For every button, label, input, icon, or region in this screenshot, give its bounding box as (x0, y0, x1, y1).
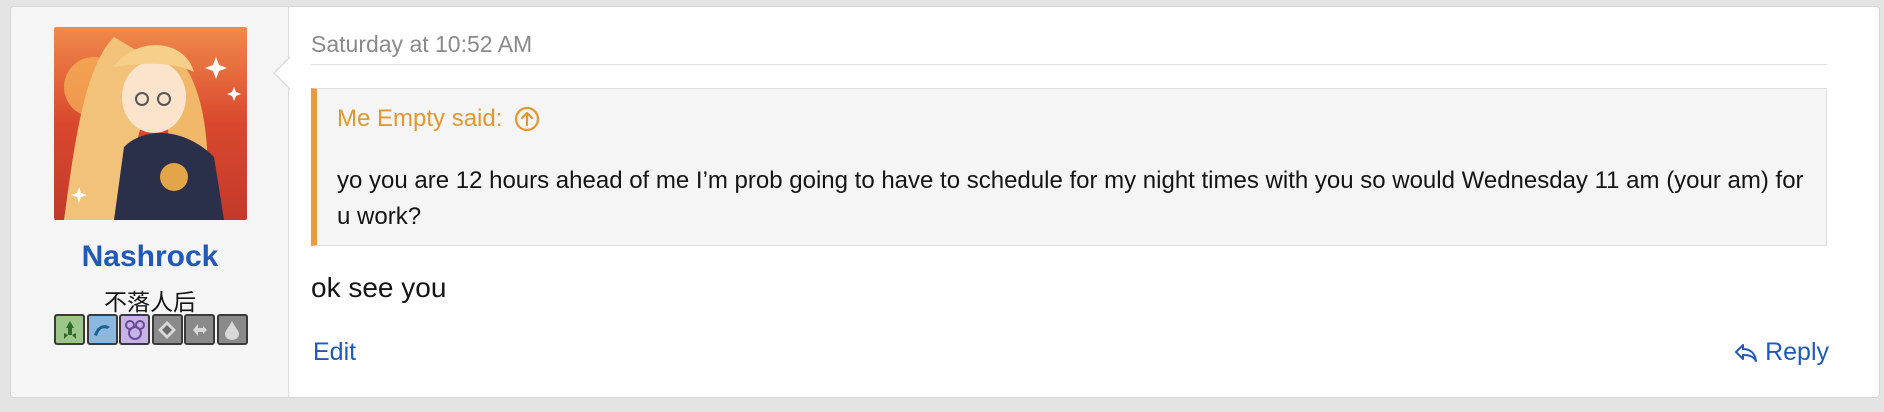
rocket-badge-icon[interactable] (54, 314, 85, 345)
quote-block: Me Empty said: yo you are 12 hours ahead… (311, 88, 1827, 246)
cycle-badge-icon[interactable] (184, 314, 215, 345)
quote-author-label[interactable]: Me Empty said: (337, 105, 502, 133)
wave-badge-icon[interactable] (86, 314, 118, 345)
arrow-up-circle-icon[interactable] (514, 106, 540, 132)
diamond-badge-icon[interactable] (151, 314, 183, 345)
username-link[interactable]: Nashrock (11, 240, 289, 274)
quote-text: yo you are 12 hours ahead of me I’m prob… (337, 167, 1804, 230)
reply-button[interactable]: Reply (1733, 338, 1829, 367)
header-divider (311, 64, 1827, 65)
user-title: 不落人后 (104, 289, 196, 315)
post-timestamp[interactable]: Saturday at 10:52 AM (311, 31, 532, 58)
message-text: ok see you (311, 272, 447, 303)
post-container: Nashrock 不落人后 Saturday at 10:52 AM Me Em… (10, 6, 1880, 398)
user-badges (54, 314, 250, 345)
edit-button[interactable]: Edit (313, 338, 356, 367)
user-info-column: Nashrock 不落人后 (11, 7, 289, 397)
avatar-image (54, 27, 247, 220)
reply-label: Reply (1765, 338, 1829, 366)
message-pointer (275, 57, 291, 89)
mouse-badge-icon[interactable] (119, 314, 150, 345)
user-avatar[interactable] (54, 27, 247, 220)
reply-arrow-icon (1733, 341, 1759, 365)
drop-badge-icon[interactable] (216, 314, 248, 345)
message-main: Saturday at 10:52 AM Me Empty said: yo y… (311, 7, 1879, 397)
quote-header[interactable]: Me Empty said: (337, 105, 540, 133)
